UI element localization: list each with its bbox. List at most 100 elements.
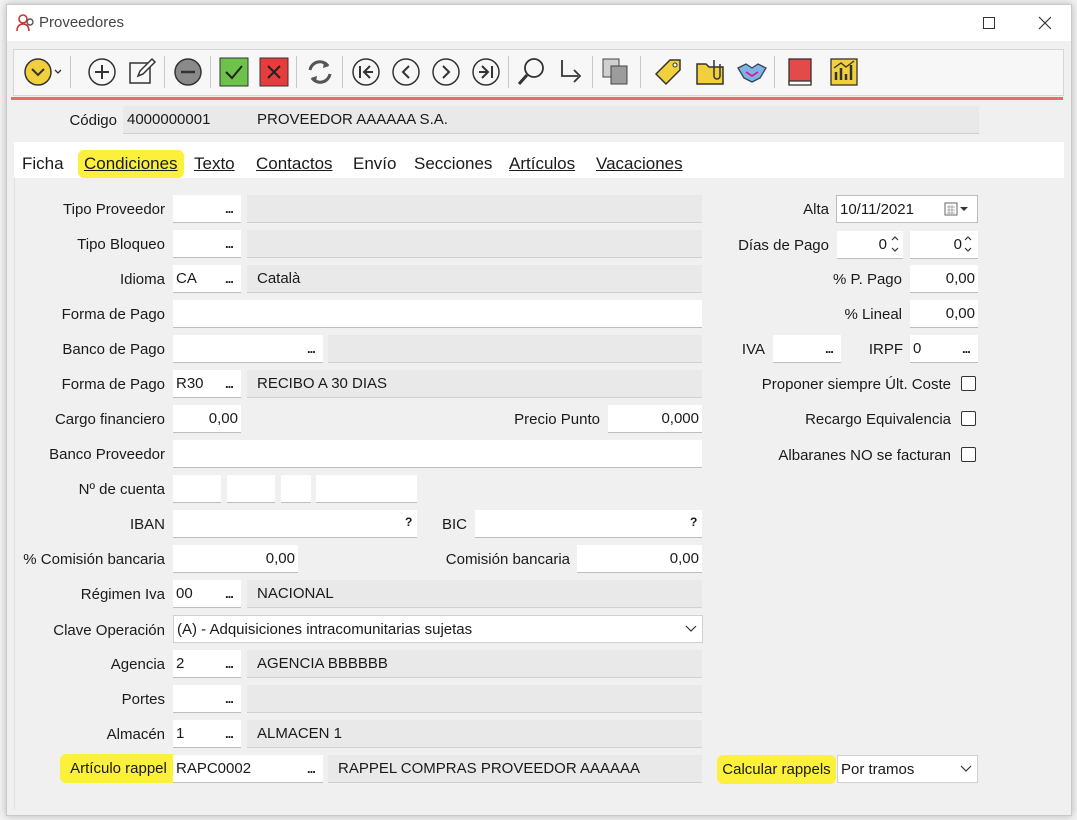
tab-bar: Ficha Condiciones Texto Contactos Envío …	[14, 142, 1064, 178]
cancel-icon	[259, 57, 289, 87]
iva-label: IVA	[741, 341, 765, 358]
portes-label: Portes	[121, 691, 165, 708]
comision-field[interactable]: 0,00	[577, 545, 702, 573]
idioma-label: Idioma	[119, 271, 165, 288]
banco-proveedor-field[interactable]	[173, 440, 702, 468]
forma-pago-text-field[interactable]	[173, 300, 702, 328]
comision-pct-label: % Comisión bancaria	[23, 551, 165, 568]
irpf-lookup[interactable]: ...	[962, 341, 1068, 356]
tab-envio[interactable]: Envío	[353, 154, 396, 174]
check-icon	[219, 57, 249, 87]
book-button[interactable]	[784, 56, 816, 88]
lineal-field[interactable]: 0,00	[910, 300, 978, 328]
tab-vacaciones[interactable]: Vacaciones	[596, 154, 683, 174]
forma-pago-label: Forma de Pago	[61, 376, 165, 393]
tipo-bloqueo-label: Tipo Bloqueo	[77, 236, 165, 253]
edit-icon	[129, 57, 157, 84]
search-icon	[517, 58, 544, 85]
tipo-proveedor-desc	[247, 195, 702, 223]
recargo-checkbox[interactable]	[961, 411, 976, 426]
cuenta-dc-field[interactable]	[281, 475, 311, 503]
banco-pago-desc	[328, 335, 702, 363]
tab-articulos[interactable]: Artículos	[509, 154, 575, 174]
albaranes-checkbox[interactable]	[961, 447, 976, 462]
forma-pago-desc: RECIBO A 30 DIAS	[247, 370, 702, 398]
next-record-button[interactable]	[430, 56, 462, 88]
alta-label: Alta	[803, 201, 829, 218]
attachments-button[interactable]	[694, 56, 726, 88]
clave-operacion-select[interactable]: (A) - Adquisiciones intracomunitarias su…	[173, 615, 703, 643]
delete-button[interactable]	[172, 56, 204, 88]
close-icon	[1038, 16, 1052, 30]
banco-pago-label: Banco de Pago	[62, 341, 165, 358]
cuenta-entidad-field[interactable]	[173, 475, 221, 503]
chart-icon	[830, 58, 858, 86]
tab-texto[interactable]: Texto	[194, 154, 235, 174]
proponer-label: Proponer siempre Últ. Coste	[761, 376, 951, 393]
calcular-rappels-select[interactable]: Por tramos	[837, 755, 978, 783]
copy-button[interactable]	[600, 56, 632, 88]
banco-pago-code[interactable]	[173, 335, 323, 363]
tab-contactos[interactable]: Contactos	[256, 154, 333, 174]
irpf-label: IRPF	[868, 341, 903, 358]
cancel-button[interactable]	[258, 56, 290, 88]
plus-icon	[88, 58, 116, 86]
copy-icon	[602, 58, 628, 85]
dias-pago-label: Días de Pago	[738, 237, 829, 254]
spinner-icon[interactable]	[964, 235, 972, 253]
iban-label: IBAN	[129, 516, 165, 533]
proveedores-window: Proveedores Código 4000000001 PROVEEDOR …	[6, 4, 1072, 816]
chevron-down-circle-icon	[24, 58, 62, 86]
tab-ficha[interactable]: Ficha	[22, 154, 64, 174]
add-button[interactable]	[86, 56, 118, 88]
comision-label: Comisión bancaria	[445, 551, 570, 568]
articulo-rappel-code[interactable]: RAPC0002	[173, 755, 323, 783]
accent-line	[11, 97, 1063, 100]
bic-field[interactable]	[475, 510, 702, 538]
close-button[interactable]	[1023, 9, 1067, 37]
edit-button[interactable]	[126, 56, 158, 88]
articulo-rappel-desc: RAPPEL COMPRAS PROVEEDOR AAAAAA	[328, 755, 702, 783]
calcular-rappels-label: Calcular rappels	[717, 755, 836, 784]
calendar-dropdown-icon[interactable]	[944, 202, 972, 216]
proponer-checkbox[interactable]	[961, 376, 976, 391]
tab-condiciones[interactable]: Condiciones	[78, 150, 184, 178]
almacen-desc: ALMACEN 1	[247, 720, 702, 748]
albaranes-label: Albaranes NO se facturan	[778, 447, 951, 464]
accept-button[interactable]	[218, 56, 250, 88]
codigo-label: Código	[69, 112, 117, 129]
last-record-button[interactable]	[470, 56, 502, 88]
tipo-proveedor-label: Tipo Proveedor	[63, 201, 165, 218]
tag-icon	[654, 59, 681, 86]
agreements-button[interactable]	[736, 56, 768, 88]
refresh-icon	[308, 60, 332, 84]
first-icon	[352, 58, 380, 86]
cuenta-numero-field[interactable]	[316, 475, 417, 503]
iban-field[interactable]	[173, 510, 417, 538]
window-title: Proveedores	[39, 14, 125, 31]
refresh-button[interactable]	[304, 56, 336, 88]
tab-secciones[interactable]: Secciones	[414, 154, 492, 174]
comision-pct-field[interactable]: 0,00	[173, 545, 298, 573]
goto-button[interactable]	[554, 56, 586, 88]
folder-clip-icon	[696, 60, 724, 85]
cuenta-oficina-field[interactable]	[227, 475, 275, 503]
maximize-button[interactable]	[967, 9, 1011, 37]
precio-punto-field[interactable]: 0,000	[608, 405, 702, 433]
clave-operacion-label: Clave Operación	[53, 622, 165, 639]
spinner-icon[interactable]	[891, 235, 899, 253]
search-button[interactable]	[516, 56, 548, 88]
bic-help-button[interactable]: ?	[690, 515, 697, 529]
tags-button[interactable]	[652, 56, 684, 88]
almacen-label: Almacén	[106, 726, 165, 743]
chevron-right-icon	[432, 58, 460, 86]
last-icon	[472, 58, 500, 86]
previous-record-button[interactable]	[390, 56, 422, 88]
bic-label: BIC	[441, 516, 467, 533]
cargo-financiero-field[interactable]: 0,00	[173, 405, 241, 433]
first-record-button[interactable]	[350, 56, 382, 88]
menu-dropdown-button[interactable]	[22, 56, 64, 88]
statistics-button[interactable]	[828, 56, 860, 88]
p-pago-field[interactable]: 0,00	[910, 265, 978, 293]
articulo-rappel-label: Artículo rappel	[60, 754, 177, 783]
